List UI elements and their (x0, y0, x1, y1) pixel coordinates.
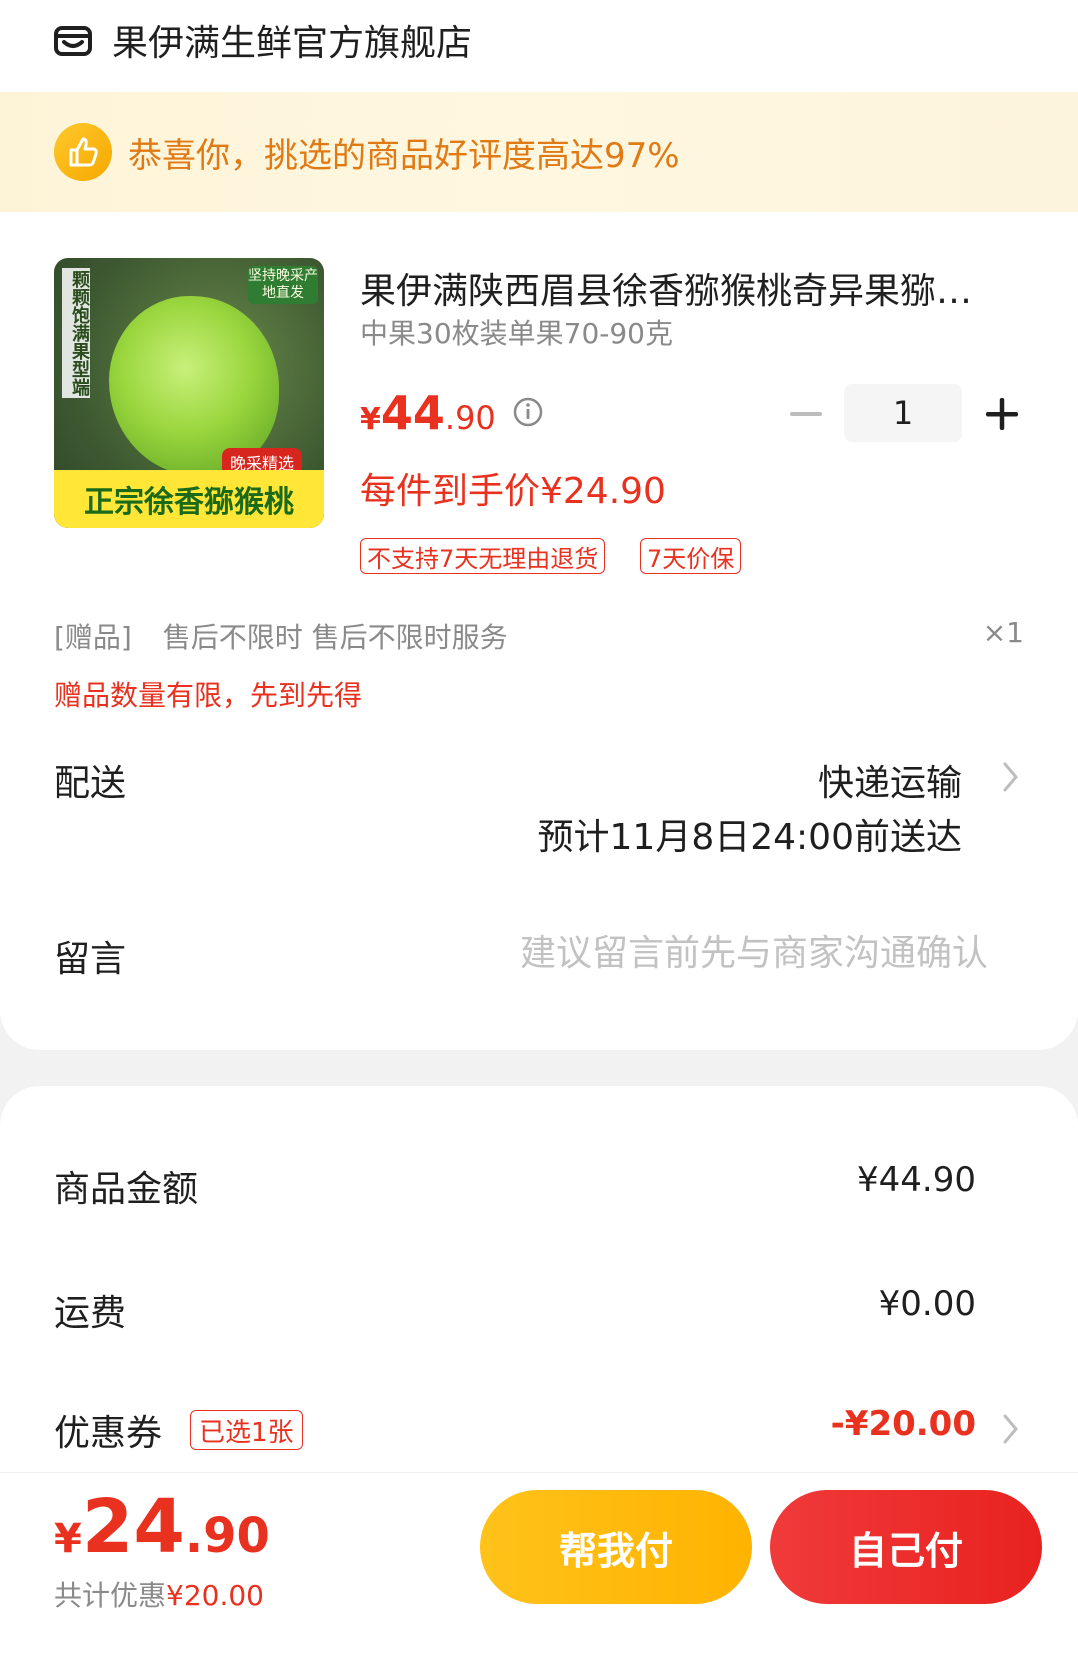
goods-amount-label: 商品金额 (54, 1169, 199, 1210)
goods-amount-value: ¥44.90 (857, 1160, 976, 1200)
shop-icon (54, 26, 92, 56)
checkout-page: 果伊满生鲜官方旗舰店 恭喜你，挑选的商品好评度高达97% 颗颗饱满果型端 坚持晚… (0, 0, 1078, 1666)
pay-myself-button[interactable]: 自己付 (770, 1490, 1042, 1604)
total-currency: ¥ (54, 1516, 82, 1562)
gift-label: [赠品] (54, 621, 132, 654)
image-corner-tag: 坚持晚采产地直发 (248, 266, 318, 304)
price-integer: 44 (380, 386, 445, 440)
product-title[interactable]: 果伊满陕西眉县徐香猕猴桃奇异果猕… (360, 262, 1022, 314)
increase-quantity-button[interactable] (984, 396, 1020, 432)
price-currency: ¥ (360, 402, 381, 437)
quantity-value[interactable]: 1 (844, 384, 962, 442)
delivery-label: 配送 (54, 763, 127, 804)
shop-header[interactable]: 果伊满生鲜官方旗舰店 (54, 10, 472, 70)
message-input[interactable] (400, 926, 988, 980)
image-side-text: 颗颗饱满果型端 (62, 268, 90, 398)
coupon-selected-tag[interactable]: 已选1张 (190, 1410, 303, 1450)
delivery-eta: 预计11月8日24:00前送达 (537, 817, 962, 858)
total-discount: 共计优惠¥20.00 (54, 1574, 264, 1614)
decrease-quantity-button[interactable] (788, 396, 824, 432)
price-protect-tag[interactable]: 7天价保 (640, 538, 742, 574)
product-price: ¥ 44 .90 (360, 386, 496, 440)
thumbs-up-icon (54, 123, 112, 181)
gift-name: 售后不限时 售后不限时服务 (162, 621, 508, 654)
order-card: 果伊满生鲜官方旗舰店 恭喜你，挑选的商品好评度高达97% 颗颗饱满果型端 坚持晚… (0, 0, 1078, 1050)
message-label: 留言 (54, 939, 127, 980)
shop-name: 果伊满生鲜官方旗舰店 (112, 23, 473, 64)
gift-note: 赠品数量有限，先到先得 (54, 679, 363, 712)
minus-icon (790, 412, 822, 416)
info-icon[interactable] (512, 396, 544, 428)
price-decimal: .90 (444, 399, 496, 437)
delivery-chevron-right-icon[interactable] (1000, 760, 1022, 794)
shipping-value: ¥0.00 (878, 1284, 976, 1324)
help-me-pay-button[interactable]: 帮我付 (480, 1490, 752, 1604)
total-decimal: .90 (184, 1508, 270, 1564)
rating-banner: 恭喜你，挑选的商品好评度高达97% (0, 92, 1078, 212)
gift-quantity: ×1 (982, 616, 1024, 649)
product-image[interactable]: 颗颗饱满果型端 坚持晚采产地直发 晚采精选 正宗徐香猕猴桃 (54, 258, 324, 528)
discount-prefix: 共计优惠 (54, 1579, 167, 1612)
total-integer: 24 (81, 1484, 185, 1570)
gift-row: [赠品] 售后不限时 售后不限时服务 ×1 (54, 616, 1024, 656)
coupon-chevron-right-icon[interactable] (1000, 1412, 1022, 1446)
shipping-label: 运费 (54, 1293, 127, 1334)
delivery-method[interactable]: 快递运输 (818, 754, 962, 806)
no-return-tag[interactable]: 不支持7天无理由退货 (360, 538, 606, 574)
discount-value: ¥20.00 (166, 1579, 264, 1612)
total-price: ¥ 24 .90 (54, 1484, 270, 1570)
product-spec[interactable]: 中果30枚装单果70-90克 (360, 312, 673, 352)
coupon-value[interactable]: -¥20.00 (831, 1404, 976, 1444)
image-bottom-banner: 正宗徐香猕猴桃 (54, 470, 324, 528)
coupon-label: 优惠券 (54, 1413, 163, 1454)
rating-banner-text: 恭喜你，挑选的商品好评度高达97% (128, 135, 680, 176)
final-unit-price: 每件到手价¥24.90 (360, 471, 666, 512)
